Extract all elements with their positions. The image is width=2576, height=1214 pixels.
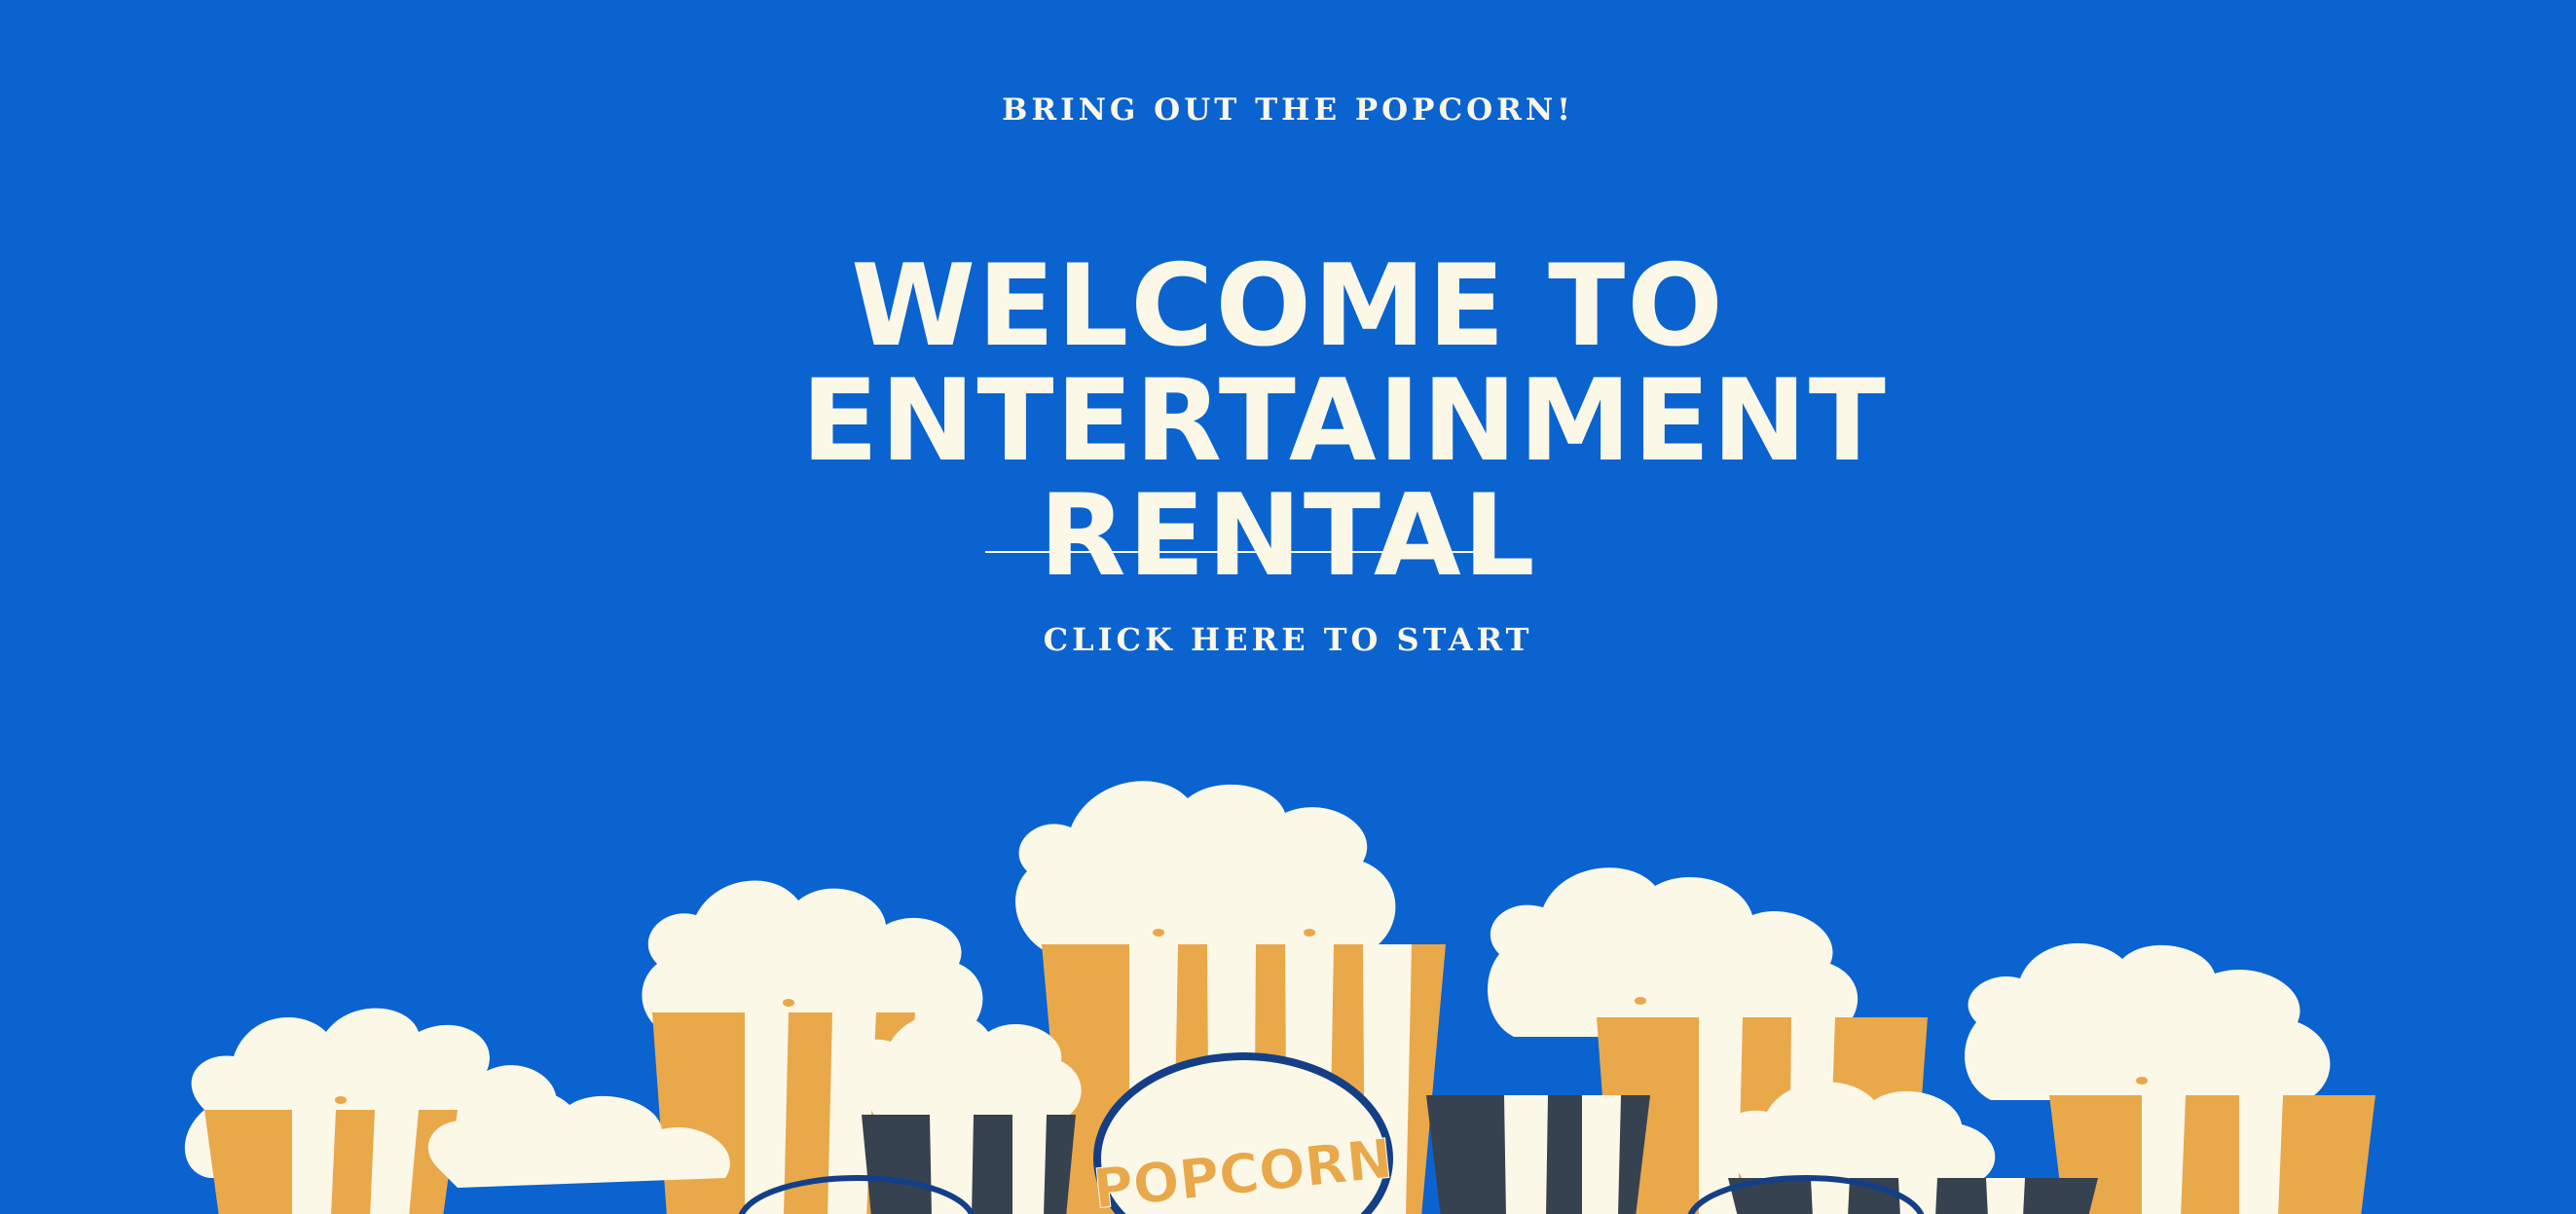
popcorn-illustration: POPCORN (0, 759, 2576, 1214)
hero-divider (985, 551, 1489, 553)
hero-eyebrow: BRING OUT THE POPCORN! (1002, 92, 1574, 128)
start-button[interactable]: CLICK HERE TO START (1044, 621, 1533, 658)
landing-page: BRING OUT THE POPCORN! WELCOME TO ENTERT… (0, 0, 2576, 1214)
popcorn-buckets-icon: POPCORN (184, 781, 2375, 1214)
hero-title: WELCOME TO ENTERTAINMENT RENTAL (801, 239, 1888, 602)
